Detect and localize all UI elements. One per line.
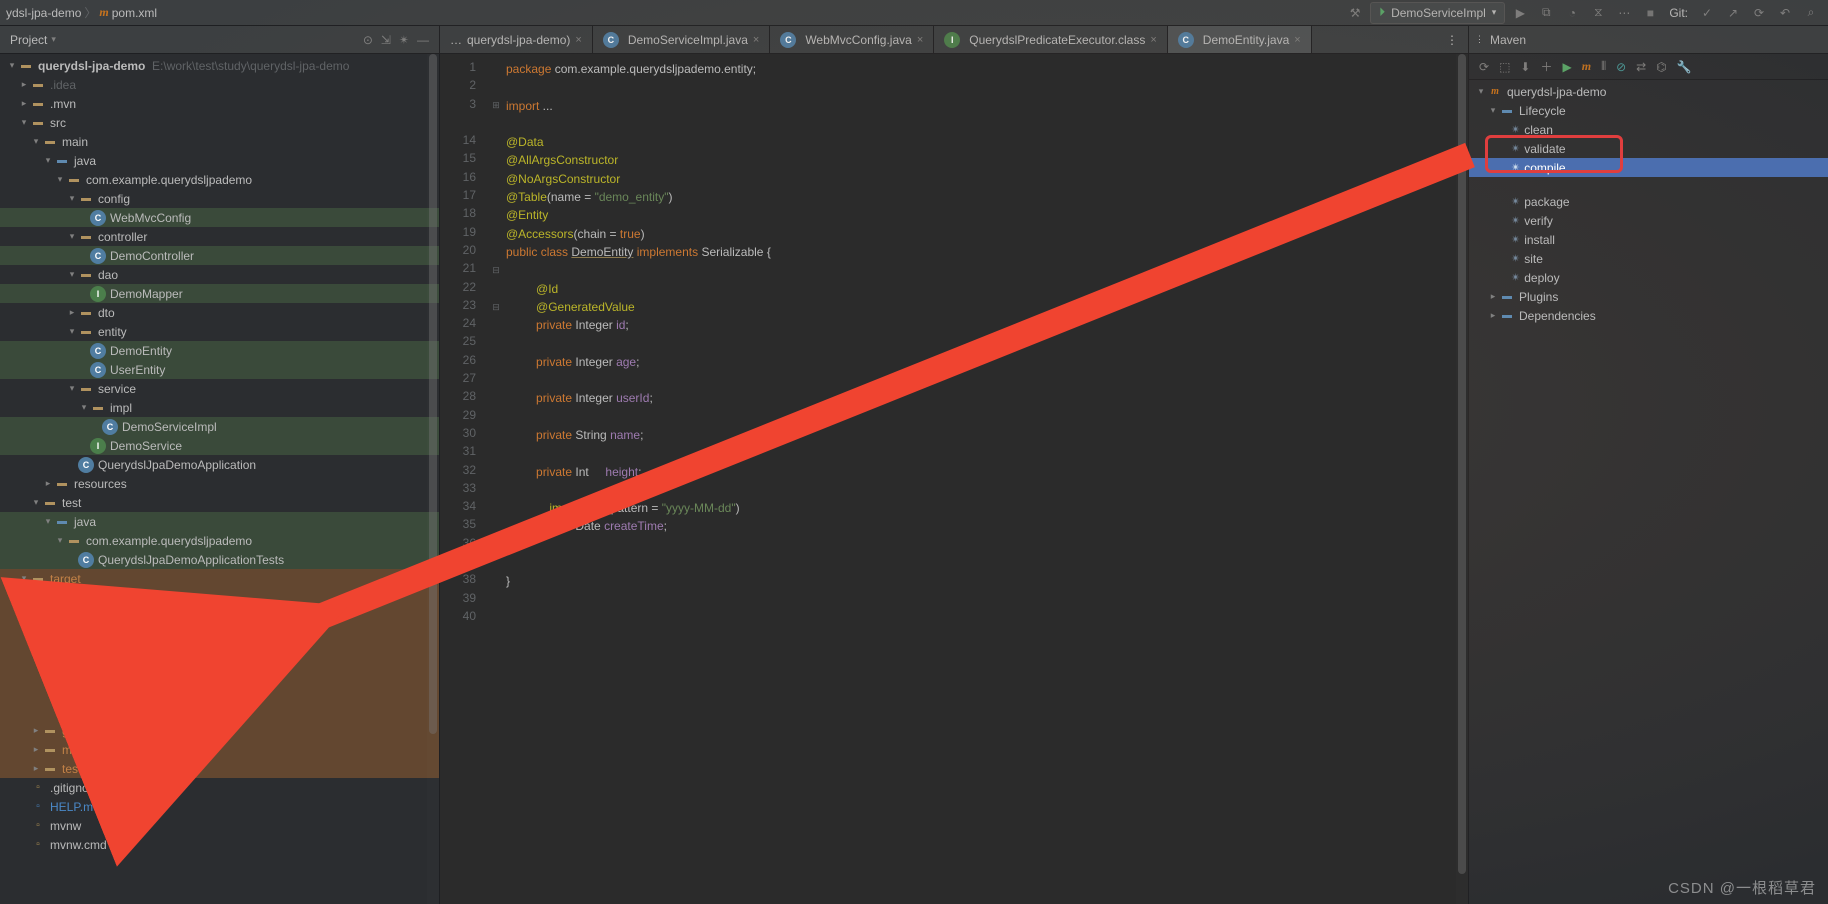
git-update-icon[interactable]: ✓	[1696, 2, 1718, 24]
fold-gutter[interactable]: ⊞⊟⊟	[488, 54, 504, 904]
line-gutter: 1231415161718192021222324252627282930313…	[440, 54, 488, 904]
coverage-icon[interactable]: ◔	[1561, 2, 1583, 24]
close-icon[interactable]: ×	[1150, 34, 1156, 46]
tree-scrollbar[interactable]	[427, 54, 439, 904]
class-icon: C	[90, 210, 106, 226]
history-icon[interactable]: ⟳	[1748, 2, 1770, 24]
close-icon[interactable]: ×	[1294, 34, 1300, 46]
tab-webmvcconfig[interactable]: CWebMvcConfig.java×	[770, 26, 934, 53]
close-icon[interactable]: ×	[575, 34, 581, 46]
add-icon[interactable]: ＋	[1540, 58, 1552, 75]
git-label: Git:	[1669, 6, 1688, 20]
select-opened-icon[interactable]: ⊙	[363, 33, 373, 47]
stop-icon[interactable]: ■	[1639, 2, 1661, 24]
build-icon[interactable]: ⚒	[1344, 2, 1366, 24]
code-content[interactable]: package com.example.querydsljpademo.enti…	[504, 54, 1468, 904]
git-push-icon[interactable]: ↗	[1722, 2, 1744, 24]
hide-icon[interactable]: —	[417, 33, 429, 47]
breadcrumb-project[interactable]: ydsl-jpa-demo	[6, 6, 81, 20]
tab-demoentity[interactable]: CDemoEntity.java×	[1168, 26, 1312, 53]
chevron-down-icon[interactable]: ⋮	[1475, 34, 1484, 45]
tool-window-bar: Project ▾ ⊙ ⇲ ✴ — …querydsl-jpa-demo)× C…	[0, 26, 1828, 54]
project-label: Project	[10, 33, 47, 47]
interface-icon: I	[90, 286, 106, 302]
run-config-name: DemoServiceImpl	[1391, 6, 1486, 20]
profile-icon[interactable]: ⧖	[1587, 2, 1609, 24]
search-icon[interactable]: ⌕	[1800, 2, 1822, 24]
watermark: CSDN @一根稻草君	[1668, 877, 1816, 898]
maven-tool-header[interactable]: ⋮ Maven	[1468, 26, 1828, 53]
maven-panel: ⟳ ⬚ ⬇ ＋ ▶ m ⫴ ⊘ ⇄ ⌬ 🔧 ▾mquerydsl-jpa-dem…	[1468, 54, 1828, 904]
rollback-icon[interactable]: ↶	[1774, 2, 1796, 24]
file-icon: ▫	[30, 780, 46, 796]
maven-tree[interactable]: ▾mquerydsl-jpa-demo ▾▬Lifecycle ✴clean ✴…	[1469, 80, 1828, 327]
refresh-icon[interactable]: ⟳	[1479, 60, 1489, 74]
maven-m-icon[interactable]: m	[1582, 59, 1591, 74]
project-tool-header[interactable]: Project ▾ ⊙ ⇲ ✴ —	[0, 26, 440, 53]
generate-icon[interactable]: ⬚	[1499, 60, 1510, 74]
skip-tests-icon[interactable]: ⊘	[1616, 60, 1626, 74]
run-maven-icon[interactable]: ▶	[1562, 60, 1571, 74]
annotation-highlight	[1485, 135, 1623, 173]
editor-scrollbar[interactable]	[1456, 54, 1468, 904]
toggle-icon[interactable]: ⫴	[1601, 59, 1606, 74]
close-icon[interactable]: ×	[917, 34, 923, 46]
close-icon[interactable]: ×	[753, 34, 759, 46]
tabs-more-icon[interactable]: ⋮	[1436, 26, 1468, 53]
run-config-icon: ⏵	[1379, 5, 1385, 20]
download-icon[interactable]: ⬇	[1520, 60, 1530, 74]
debug-icon[interactable]: ⧉	[1535, 2, 1557, 24]
maven-title: Maven	[1490, 33, 1526, 47]
project-tree[interactable]: ▾▬querydsl-jpa-demo E:\work\test\study\q…	[0, 54, 440, 904]
offline-icon[interactable]: ⇄	[1636, 60, 1646, 74]
maven-icon: m	[99, 5, 108, 20]
tab-demoserviceimpl[interactable]: CDemoServiceImpl.java×	[593, 26, 770, 53]
run-config-selector[interactable]: ⏵ DemoServiceImpl ▾	[1370, 2, 1505, 24]
tab-querydsl[interactable]: …querydsl-jpa-demo)×	[440, 26, 593, 53]
chevron-down-icon: ▾	[1492, 7, 1497, 18]
wrench-icon[interactable]: 🔧	[1677, 60, 1692, 74]
editor-tabs: …querydsl-jpa-demo)× CDemoServiceImpl.ja…	[440, 26, 1468, 53]
attach-icon[interactable]: ⋯	[1613, 2, 1635, 24]
code-editor[interactable]: 1231415161718192021222324252627282930313…	[440, 54, 1468, 904]
top-menubar: ydsl-jpa-demo 〉 m pom.xml ⚒ ⏵ DemoServic…	[0, 0, 1828, 26]
gear-icon[interactable]: ✴	[399, 33, 409, 47]
breadcrumb-file[interactable]: pom.xml	[112, 6, 157, 20]
maven-toolbar: ⟳ ⬚ ⬇ ＋ ▶ m ⫴ ⊘ ⇄ ⌬ 🔧	[1469, 54, 1828, 80]
expand-all-icon[interactable]: ⇲	[381, 33, 391, 47]
tab-querydslpredicate[interactable]: IQuerydslPredicateExecutor.class×	[934, 26, 1168, 53]
chevron-down-icon[interactable]: ▾	[51, 34, 56, 45]
breadcrumb-sep: 〉	[84, 4, 96, 21]
show-deps-icon[interactable]: ⌬	[1656, 60, 1666, 74]
run-icon[interactable]: ▶	[1509, 2, 1531, 24]
